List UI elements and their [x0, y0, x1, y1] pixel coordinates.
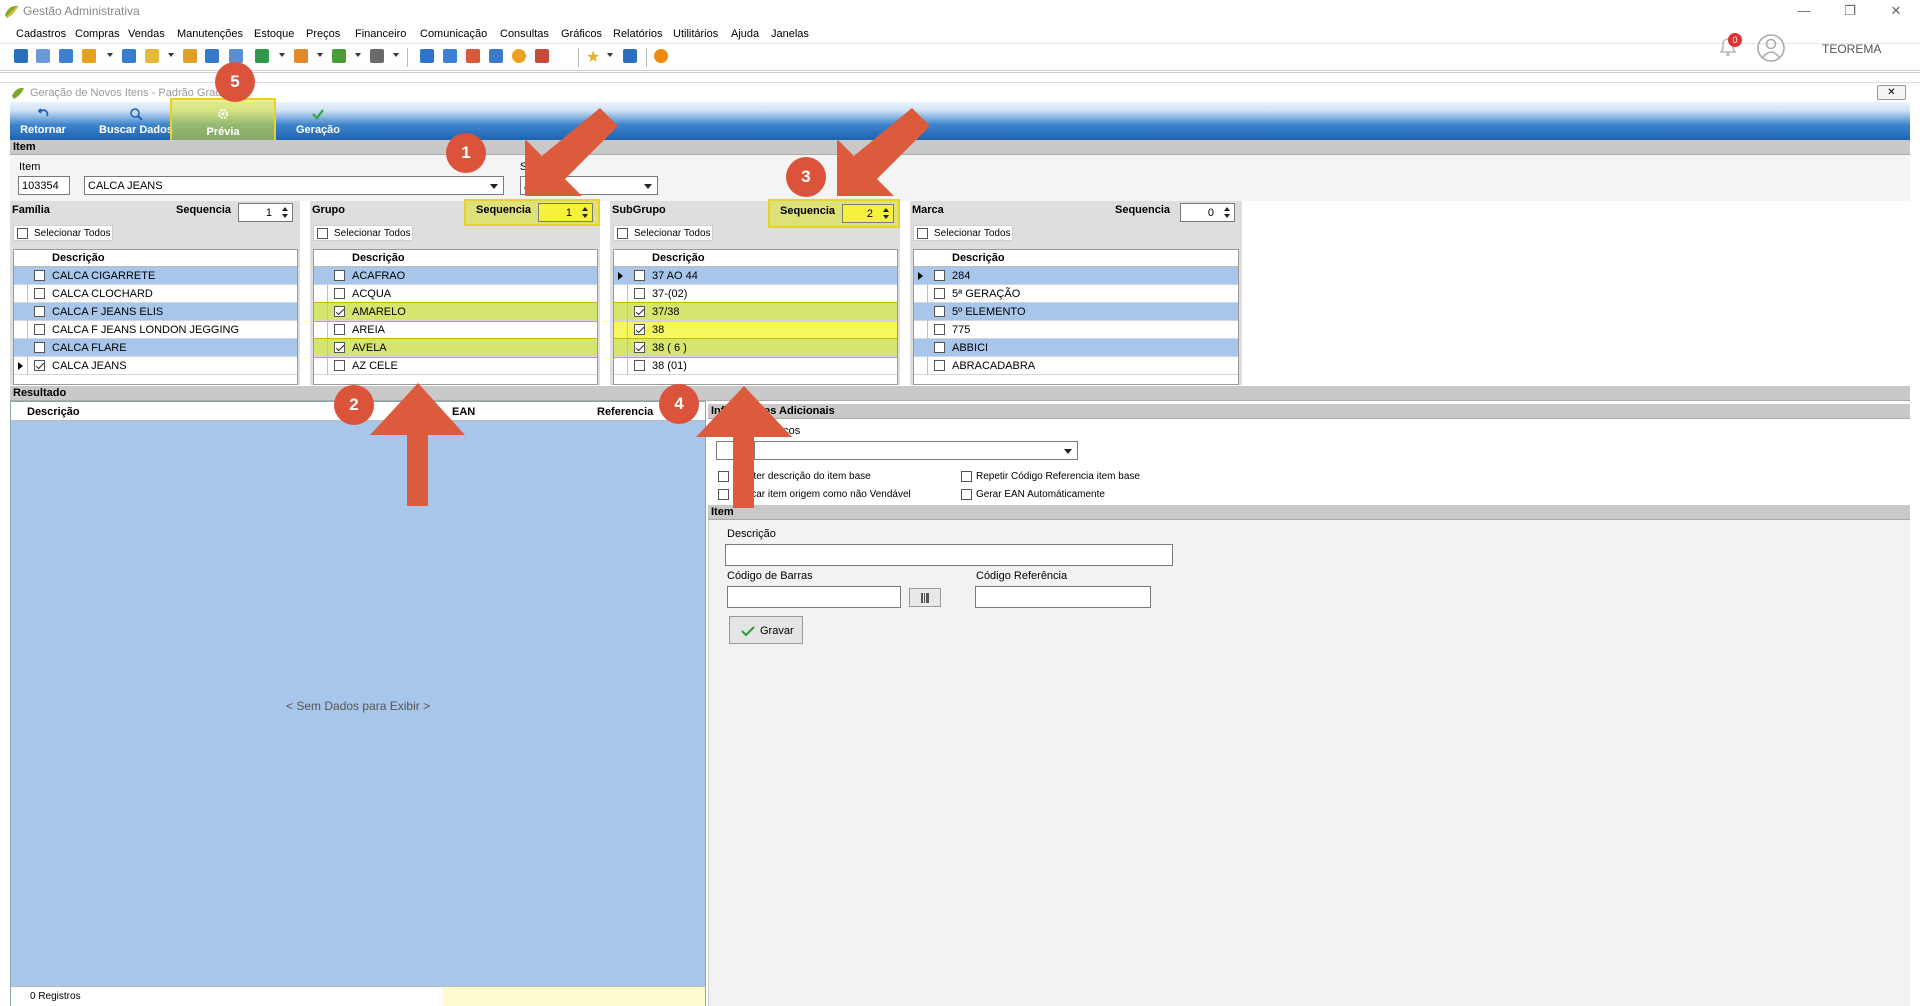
callout-badge-5: 5	[215, 62, 255, 102]
callout-badge-2: 2	[334, 385, 374, 425]
callout-badge-3: 3	[786, 157, 826, 197]
annotation-arrows	[370, 108, 930, 508]
annotation-arrow-1	[525, 108, 618, 196]
annotation-arrow-2	[370, 383, 465, 506]
annotation-arrow-4	[696, 386, 792, 508]
callout-badge-4: 4	[659, 384, 699, 424]
callout-badge-1: 1	[446, 133, 486, 173]
annotation-arrow-3	[837, 108, 930, 196]
